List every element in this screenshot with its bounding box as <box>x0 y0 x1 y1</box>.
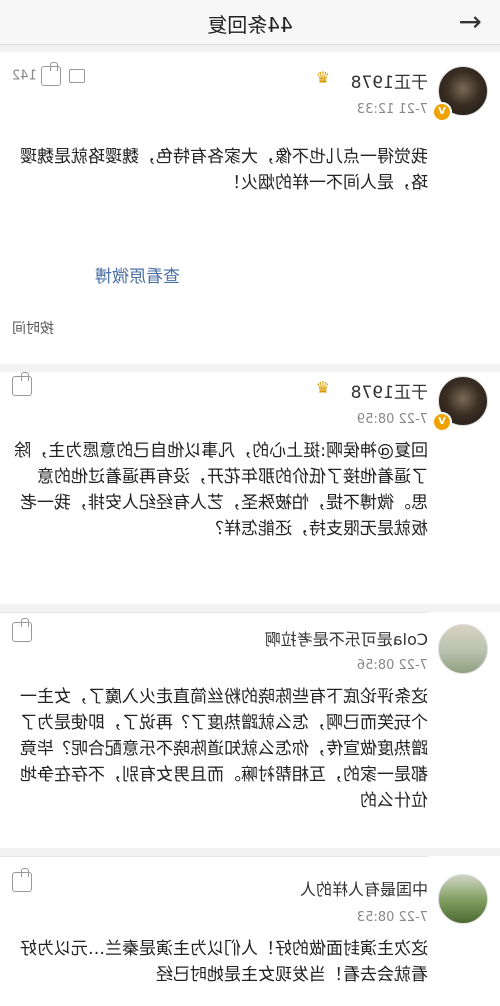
like-button[interactable] <box>12 622 36 642</box>
timestamp: 7-22 08:59 <box>356 412 428 427</box>
thumbs-up-icon[interactable] <box>12 622 32 642</box>
thumbs-up-icon[interactable] <box>12 376 32 396</box>
timestamp: 7-21 12:33 <box>356 102 428 117</box>
view-original-link[interactable]: 查看原微博 <box>95 262 180 287</box>
username[interactable]: 于正1978 <box>351 68 428 93</box>
crown-icon: ♛ <box>315 378 330 397</box>
username[interactable]: 于正1978 <box>351 378 428 403</box>
timestamp: 7-22 08:53 <box>356 910 428 925</box>
comment-card: Cola是可乐不是考拉啊 7-22 08:56 这条评论底下有些陈晓的粉丝简直走… <box>0 612 500 848</box>
timestamp: 7-22 08:56 <box>356 658 428 673</box>
comment-text: 这条评论底下有些陈晓的粉丝简直走火入魔了，女主一个玩笑而已啊，怎么就蹭热度了？再… <box>20 687 428 811</box>
verified-badge-icon: V <box>432 102 452 122</box>
thumbs-up-icon[interactable] <box>40 66 61 86</box>
divider <box>0 856 428 857</box>
top-bar: ← 44条回复 <box>0 0 500 45</box>
mirrored-screen: ← 44条回复 V 于正1978 ♛ 7-21 12:33 142 我觉得一点儿… <box>0 0 500 1006</box>
comment-text: 我觉得一点儿也不像，大家各有特色，魏璎珞就是魏璎珞，是人间不一样的烟火！ <box>20 147 428 193</box>
username[interactable]: Cola是可乐不是考拉啊 <box>265 626 428 650</box>
comment-icon[interactable] <box>69 69 86 83</box>
thumbs-up-icon[interactable] <box>12 872 32 892</box>
divider <box>0 612 428 613</box>
crown-icon: ♛ <box>315 68 330 87</box>
sort-label[interactable]: 按时间 <box>12 318 54 338</box>
comment-card: V 于正1978 ♛ 7-21 12:33 142 我觉得一点儿也不像，大家各有… <box>0 52 500 364</box>
comment-text: 这次主演封面做的好！人们以为主演是秦兰…元以为好看就会去看！当发现女主是她时已经 <box>20 939 428 985</box>
like-button[interactable] <box>12 376 36 396</box>
comment-card: V 于正1978 ♛ 7-22 08:59 回复@神侯啊:挺上心的，凡事以他自己… <box>0 372 500 604</box>
verified-badge-icon: V <box>432 412 452 432</box>
avatar[interactable] <box>438 874 488 924</box>
comment-text: 回复@神侯啊:挺上心的，凡事以他自己的意愿为主，除了逼着他接了低价的那年花开，没… <box>14 441 428 539</box>
like-button[interactable] <box>12 872 36 892</box>
username[interactable]: 中国最有人样的人 <box>300 876 428 900</box>
avatar[interactable] <box>438 624 488 674</box>
like-button[interactable]: 142 <box>12 66 95 86</box>
page-title: 44条回复 <box>207 13 293 37</box>
comment-card: 中国最有人样的人 7-22 08:53 这次主演封面做的好！人们以为主演是秦兰…… <box>0 856 500 1006</box>
like-count: 142 <box>12 68 37 84</box>
